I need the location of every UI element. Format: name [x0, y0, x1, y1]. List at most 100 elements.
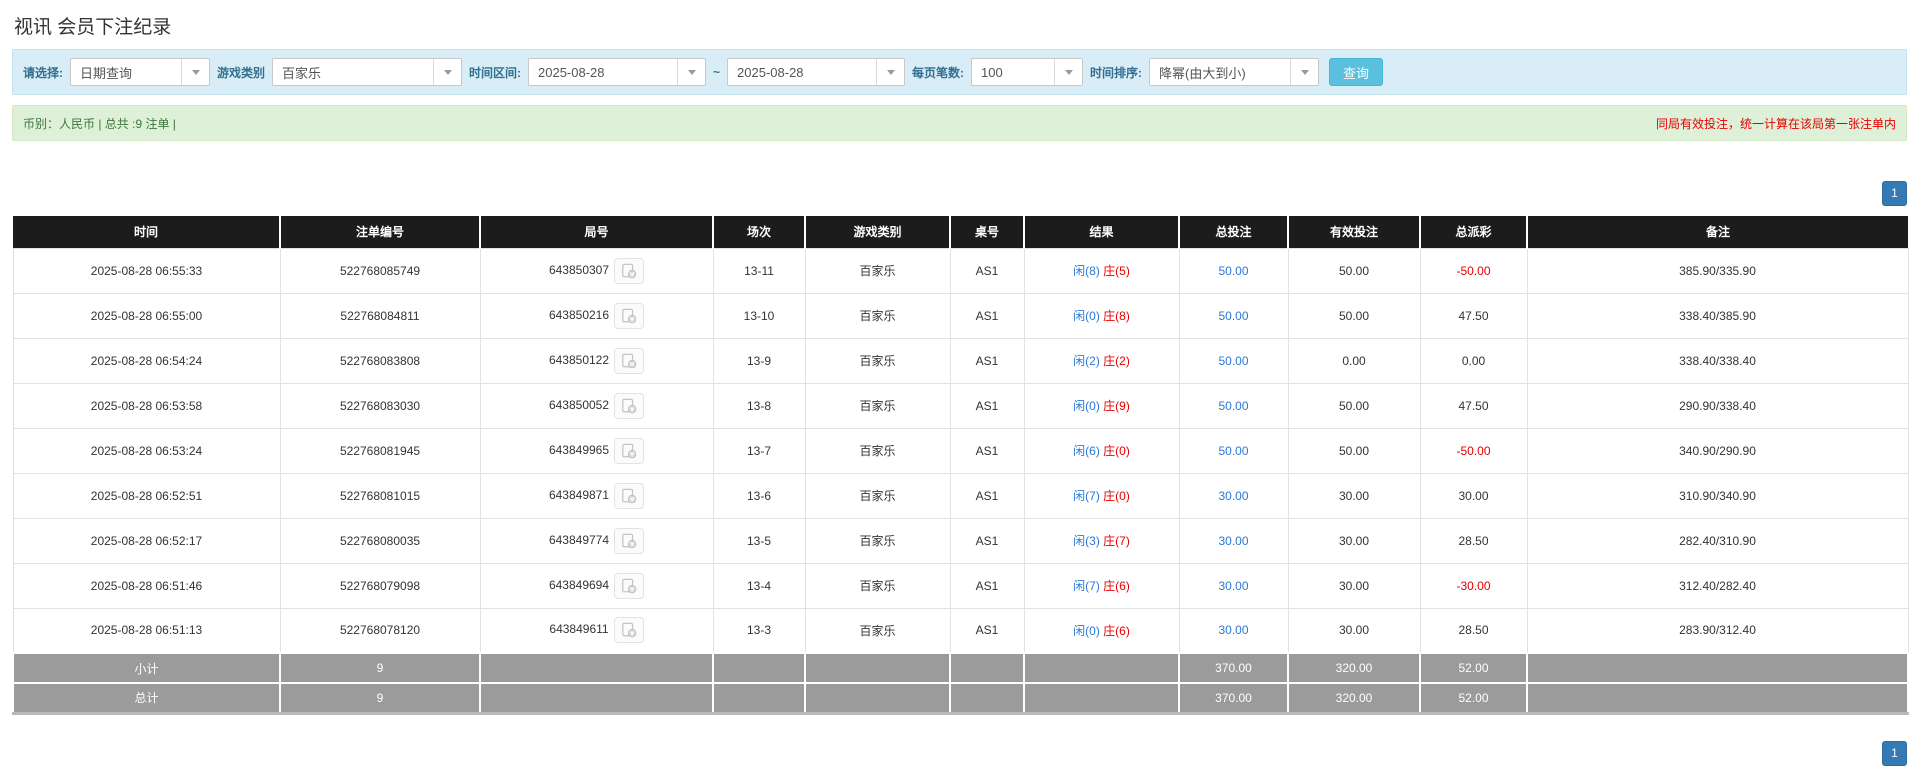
result-banker: 庄(0): [1103, 444, 1130, 458]
table-summary-row: 总计 9 370.00 320.00 52.00: [12, 682, 1909, 715]
column-header: 总投注: [1178, 216, 1288, 248]
cell-total-bet: 50.00: [1178, 292, 1289, 339]
table-row: 2025-08-28 06:51:46 522768079098 6438496…: [12, 562, 1909, 609]
table-header-row: 时间 注单编号 局号 场次 游戏类别 桌号 结果 总投注 有效投注 总派彩 备注: [13, 216, 1908, 248]
pagination-top: 1: [12, 181, 1907, 206]
column-header: 游戏类别: [804, 216, 950, 248]
column-header: 有效投注: [1287, 216, 1420, 248]
result-player: 闲(0): [1073, 623, 1100, 638]
round-id: 643850307: [548, 262, 610, 277]
result-banker: 庄(7): [1103, 534, 1130, 548]
table-row: 2025-08-28 06:52:51 522768081015 6438498…: [12, 472, 1909, 519]
cell-round: 643849774: [479, 517, 714, 564]
chevron-down-icon: [1054, 59, 1082, 85]
cell-session: 13-3: [712, 607, 806, 654]
date-to-select[interactable]: 2025-08-28: [727, 58, 906, 86]
cell-valid-bet: 0.00: [1287, 337, 1421, 384]
result-banker: 庄(9): [1103, 399, 1130, 413]
table-row: 2025-08-28 06:53:24 522768081945 6438499…: [12, 427, 1909, 474]
page-button-1[interactable]: 1: [1882, 181, 1907, 206]
time-sort-value: 降幂(由大到小): [1159, 65, 1246, 81]
cell-game: 百家乐: [804, 337, 951, 384]
table-footer: 小计 9 370.00 320.00 52.00 总计 9 370.00 320…: [12, 652, 1909, 715]
page-button-1[interactable]: 1: [1882, 740, 1907, 766]
table-summary-row: 小计 9 370.00 320.00 52.00: [12, 652, 1909, 684]
cell-round: 643850052: [479, 382, 714, 429]
summary-count: 9: [279, 682, 481, 715]
cell-bet-id: 522768079098: [279, 562, 481, 609]
total-bet-link[interactable]: 50.00: [1218, 264, 1248, 278]
round-id: 643849611: [549, 622, 609, 637]
cell-payout: -50.00: [1419, 427, 1528, 474]
total-bet-link[interactable]: 50.00: [1218, 399, 1248, 413]
total-bet-link[interactable]: 50.00: [1218, 354, 1248, 368]
cell-total-bet: 50.00: [1178, 382, 1289, 429]
cell-table-no: AS1: [949, 562, 1025, 609]
cell-table-no: AS1: [949, 337, 1025, 384]
video-replay-icon[interactable]: [613, 617, 644, 644]
total-bet-link[interactable]: 30.00: [1218, 534, 1248, 548]
video-replay-icon[interactable]: [614, 482, 645, 509]
time-sort-select[interactable]: 降幂(由大到小): [1149, 58, 1320, 86]
date-to-value: 2025-08-28: [737, 64, 804, 80]
round-id: 643850122: [548, 352, 610, 367]
video-replay-icon[interactable]: [614, 347, 645, 374]
cell-note: 283.90/312.40: [1526, 607, 1909, 654]
cell-bet-id: 522768083030: [279, 382, 481, 429]
summary-label: 总计: [12, 682, 281, 715]
game-type-value: 百家乐: [282, 65, 322, 81]
page-size-value: 100: [981, 64, 1003, 80]
video-replay-icon[interactable]: [614, 392, 645, 419]
cell-total-bet: 50.00: [1178, 247, 1289, 294]
page-size-select[interactable]: 100: [971, 58, 1084, 86]
summary-label: 小计: [12, 652, 281, 684]
column-header: 局号: [479, 216, 713, 248]
total-bet-link[interactable]: 30.00: [1218, 579, 1248, 593]
result-player: 闲(7): [1073, 489, 1100, 503]
result-banker: 庄(6): [1103, 623, 1130, 638]
total-bet-link[interactable]: 30.00: [1218, 623, 1248, 637]
date-from-value: 2025-08-28: [538, 64, 605, 80]
cell-round: 643850122: [479, 337, 714, 384]
cell-result: 闲(7) 庄(6): [1023, 562, 1180, 609]
cell-round: 643850307: [479, 247, 714, 294]
result-player: 闲(2): [1073, 354, 1100, 368]
cell-game: 百家乐: [804, 427, 951, 474]
total-bet-link[interactable]: 30.00: [1218, 489, 1248, 503]
cell-game: 百家乐: [804, 607, 951, 654]
cell-valid-bet: 50.00: [1287, 247, 1421, 294]
cell-game: 百家乐: [804, 472, 951, 519]
cell-session: 13-4: [712, 562, 806, 609]
cell-note: 282.40/310.90: [1526, 517, 1909, 564]
result-banker: 庄(6): [1103, 579, 1130, 593]
total-bet-link[interactable]: 50.00: [1218, 444, 1248, 458]
video-replay-icon[interactable]: [614, 572, 645, 599]
cell-payout: 28.50: [1419, 607, 1528, 654]
cell-note: 340.90/290.90: [1526, 427, 1909, 474]
cell-payout: 28.50: [1419, 517, 1528, 564]
summary-valid-bet: 320.00: [1287, 652, 1421, 684]
total-bet-link[interactable]: 50.00: [1218, 309, 1248, 323]
column-header: 注单编号: [279, 216, 480, 248]
video-replay-icon[interactable]: [614, 302, 645, 329]
table-row: 2025-08-28 06:53:58 522768083030 6438500…: [12, 382, 1909, 429]
cell-round: 643849611: [479, 607, 714, 654]
chevron-down-icon: [1290, 59, 1318, 85]
date-from-select[interactable]: 2025-08-28: [528, 58, 707, 86]
cell-bet-id: 522768084811: [279, 292, 481, 339]
result-player: 闲(3): [1073, 534, 1100, 548]
video-replay-icon[interactable]: [614, 527, 645, 554]
query-mode-value: 日期查询: [80, 65, 133, 81]
query-button[interactable]: 查询: [1329, 58, 1384, 86]
cell-note: 385.90/335.90: [1526, 247, 1909, 294]
video-replay-icon[interactable]: [614, 437, 645, 464]
query-mode-select[interactable]: 日期查询: [70, 58, 210, 86]
column-header: 场次: [712, 216, 805, 248]
cell-note: 338.40/385.90: [1526, 292, 1909, 339]
cell-valid-bet: 50.00: [1287, 292, 1421, 339]
cell-result: 闲(0) 庄(8): [1023, 292, 1180, 339]
video-replay-icon[interactable]: [614, 257, 645, 284]
column-header: 时间: [13, 216, 280, 248]
cell-round: 643849871: [479, 472, 714, 519]
game-type-select[interactable]: 百家乐: [272, 58, 463, 86]
